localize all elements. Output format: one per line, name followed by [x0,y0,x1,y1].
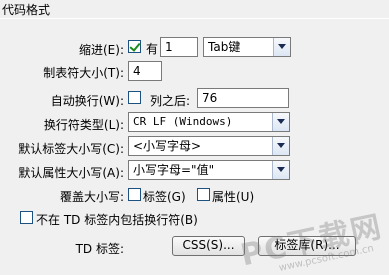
override-attr-checkbox[interactable] [197,188,210,201]
line-break-label: 换行符类型(L): [43,118,124,132]
section-title: 代码格式 [2,3,51,17]
td-tags-label: TD 标签: [75,242,124,256]
no-wrap-td-checkbox[interactable] [20,211,33,224]
chevron-down-icon[interactable] [272,161,289,179]
tab-size-label: 制表符大小(T): [43,66,124,80]
indent-label: 缩进(E): [79,43,124,57]
section-divider [0,18,389,19]
override-tag-checkbox[interactable] [128,188,141,201]
indent-checkbox-label: 有 [146,42,159,56]
auto-wrap-checkbox[interactable] [128,91,141,104]
auto-wrap-label: 自动换行(W): [50,94,124,108]
chevron-down-icon[interactable] [272,113,289,131]
no-wrap-td-label: 不在 TD 标签内包括换行符(B) [36,213,198,227]
auto-wrap-after-label: 列之后: [150,94,191,108]
chevron-down-icon[interactable] [273,38,290,56]
tag-case-value: <小写字母> [133,139,202,153]
css-button[interactable]: CSS(S)... [172,236,245,256]
indent-unit-value: Tab键 [208,40,241,54]
override-case-label: 覆盖大小写: [59,190,124,204]
indent-unit-select[interactable]: Tab键 [203,37,291,57]
auto-wrap-column-input[interactable]: 76 [197,88,289,108]
indent-checkbox[interactable] [128,40,141,53]
tab-size-input[interactable]: 4 [128,61,162,81]
line-break-select[interactable]: CR LF (Windows) [128,112,290,132]
line-break-value: CR LF (Windows) [133,115,233,128]
tag-case-label: 默认标签大小写(C): [18,142,124,156]
attr-case-value: 小写字母="值" [133,163,215,177]
override-attr-label: 属性(U) [212,190,255,204]
attr-case-select[interactable]: 小写字母="值" [128,160,290,180]
chevron-down-icon[interactable] [272,137,289,155]
attr-case-label: 默认属性大小写(A): [18,166,124,180]
indent-size-input[interactable]: 1 [160,37,198,57]
tag-case-select[interactable]: <小写字母> [128,136,290,156]
override-tag-label: 标签(G) [143,190,186,204]
